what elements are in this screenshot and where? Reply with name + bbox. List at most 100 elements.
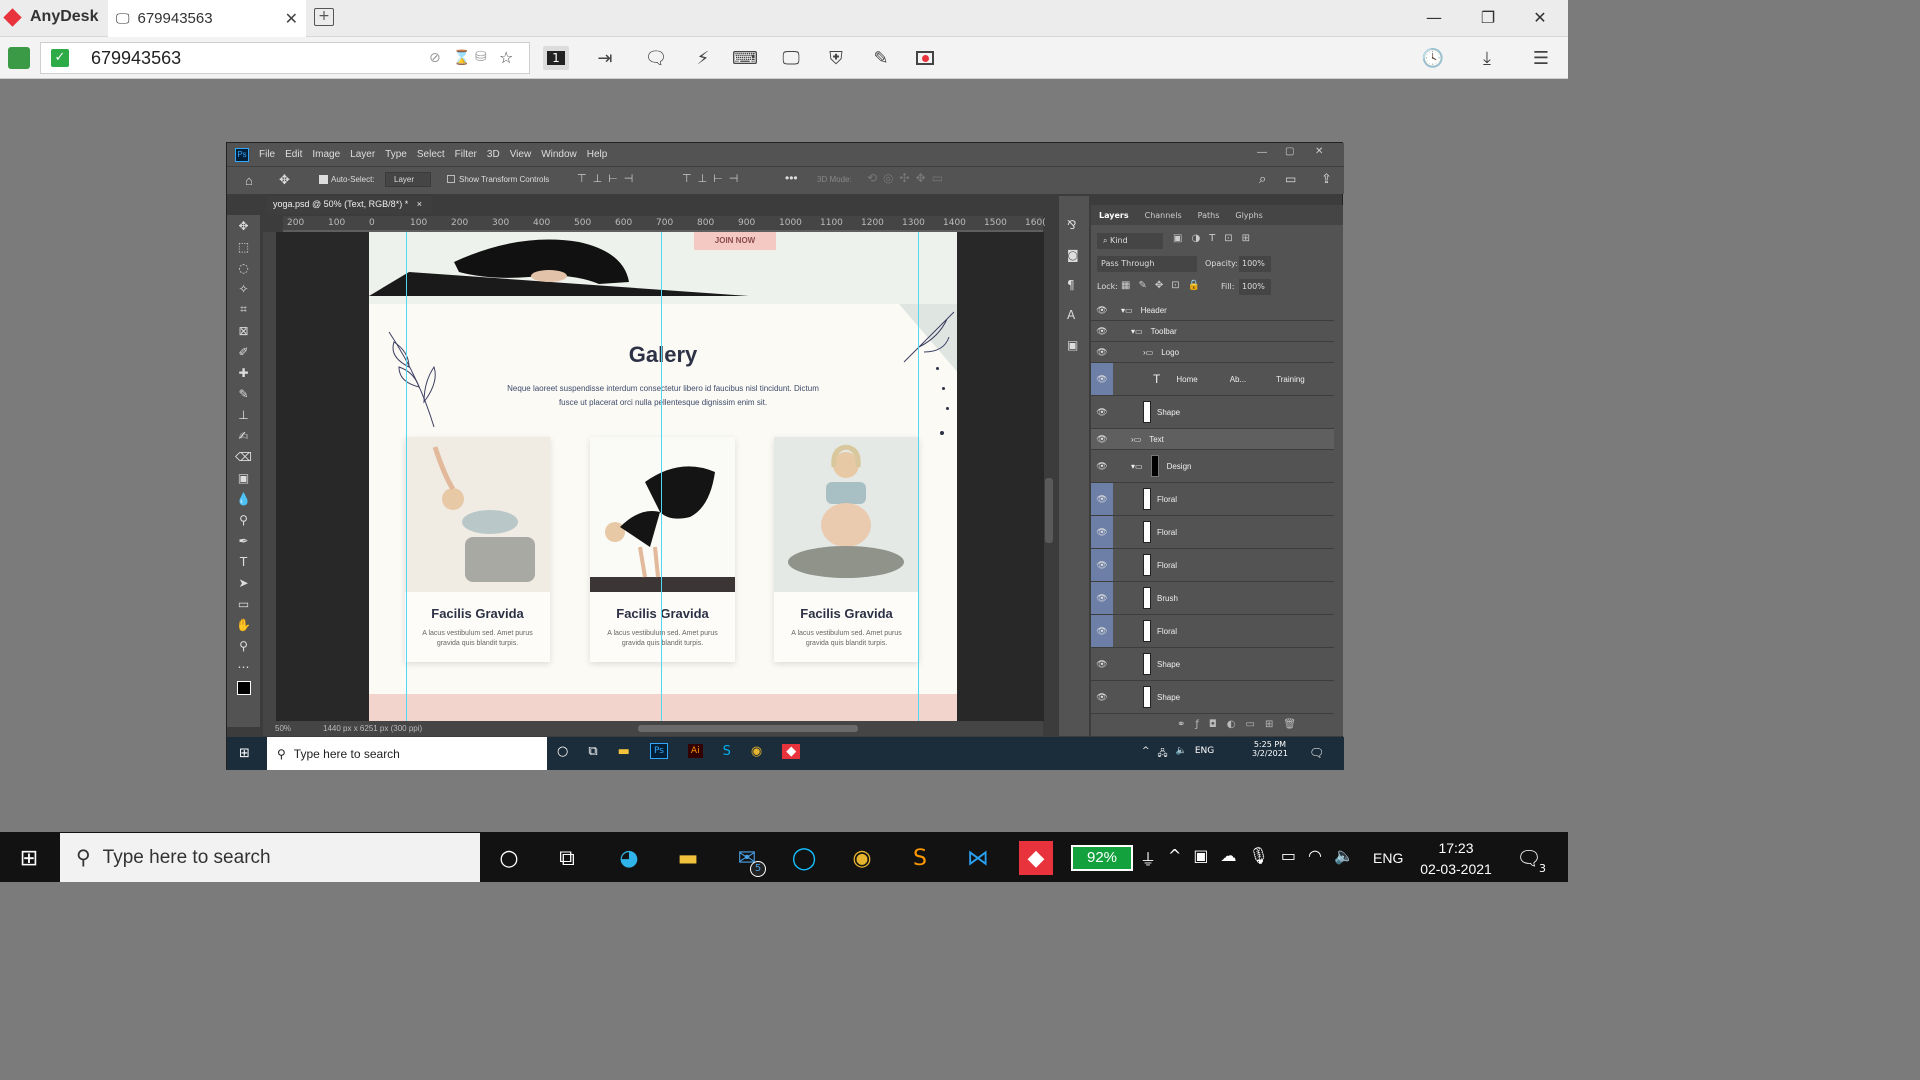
show-transform-checkbox[interactable] — [447, 175, 455, 183]
character-panel-icon[interactable]: A — [1067, 300, 1089, 330]
brush-tool-icon[interactable]: ✎ — [227, 383, 260, 404]
permissions-shield-icon[interactable]: ⛨ — [823, 46, 849, 70]
guide-line[interactable] — [918, 232, 919, 722]
zoom-tool-icon[interactable]: ⚲ — [227, 635, 260, 656]
rectangle-tool-icon[interactable]: ▭ — [227, 593, 260, 614]
visibility-eye-icon[interactable]: 👁 — [1091, 483, 1113, 515]
star-icon[interactable]: ☆ — [499, 48, 513, 67]
pen-tool-icon[interactable]: ✒ — [227, 530, 260, 551]
layer-row[interactable]: 👁 Floral — [1091, 549, 1334, 582]
crop-tool-icon[interactable]: ⌗ — [227, 299, 260, 320]
search-icon[interactable]: ⌕ — [1259, 171, 1266, 187]
type-tool-icon[interactable]: T — [227, 551, 260, 572]
healing-tool-icon[interactable]: ✚ — [227, 362, 260, 383]
anydesk-taskbar-icon[interactable]: ◆ — [1019, 841, 1053, 875]
layer-row[interactable]: 👁 ›▭ Text — [1091, 429, 1334, 450]
photoshop-taskbar-icon[interactable]: Ps — [649, 743, 668, 759]
visibility-eye-icon[interactable]: 👁 — [1091, 549, 1113, 581]
meet-now-icon[interactable]: ▣ — [1193, 846, 1208, 870]
remote-clock[interactable]: 5:25 PM 3/2/2021 — [1252, 740, 1288, 758]
skype-icon[interactable]: S — [723, 744, 731, 759]
remote-start-icon[interactable]: ⊞ — [239, 746, 250, 761]
tab-layers[interactable]: Layers — [1091, 211, 1137, 220]
layer-row[interactable]: 👁 ›▭ Logo — [1091, 342, 1334, 363]
kind-filter-dropdown[interactable]: ⌕ Kind — [1097, 233, 1163, 249]
paragraph-panel-icon[interactable]: ¶ — [1067, 270, 1089, 300]
color-swatches-icon[interactable] — [227, 677, 260, 698]
gallery-card[interactable]: Facilis Gravida A lacus vestibulum sed. … — [590, 437, 735, 662]
menu-hamburger-icon[interactable]: ☰ — [1528, 46, 1554, 70]
close-doc-icon[interactable]: × — [417, 199, 422, 209]
remote-desktop-view[interactable]: Ps File Edit Image Layer Type Select Fil… — [226, 142, 1344, 770]
guide-line[interactable] — [661, 232, 662, 722]
visibility-eye-icon[interactable]: 👁 — [1091, 429, 1113, 449]
blend-mode-dropdown[interactable]: Pass Through — [1097, 256, 1197, 272]
path-select-tool-icon[interactable]: ➤ — [227, 572, 260, 593]
mail-icon[interactable]: ✉ 5 — [730, 841, 766, 877]
visibility-eye-icon[interactable]: 👁 — [1091, 615, 1113, 647]
host-lang[interactable]: ENG — [1373, 850, 1403, 866]
document-tab[interactable]: yoga.psd @ 50% (Text, RGB/8*) * × — [267, 196, 432, 214]
menu-filter[interactable]: Filter — [455, 149, 477, 160]
panel-icon-stack[interactable]: ⅋ ◙ ¶ A ▣ — [1067, 210, 1089, 360]
layer-row[interactable]: 👁 Shape — [1091, 681, 1334, 714]
host-clock[interactable]: 17:23 02-03-2021 — [1412, 838, 1500, 880]
remote-search-box[interactable]: ⚲ Type here to search — [267, 737, 547, 770]
session-tab[interactable]: 🖵 679943563 ✕ — [108, 0, 306, 37]
menu-window[interactable]: Window — [541, 149, 577, 160]
layer-row[interactable]: 👁 ▾▭ Design — [1091, 450, 1334, 483]
cortana-icon[interactable]: ○ — [492, 841, 526, 875]
visibility-eye-icon[interactable]: 👁 — [1091, 363, 1113, 395]
task-view-icon[interactable]: ⧉ — [588, 744, 597, 759]
microphone-icon[interactable]: 🎙 — [1249, 846, 1269, 870]
anydesk-taskbar-icon[interactable]: ◆ — [782, 743, 801, 759]
menu-select[interactable]: Select — [417, 149, 445, 160]
visibility-eye-icon[interactable]: 👁 — [1091, 681, 1113, 713]
home-icon[interactable]: ⌂ — [245, 173, 253, 188]
zoom-level[interactable]: 50% — [275, 724, 291, 733]
guide-line[interactable] — [406, 232, 407, 722]
menu-layer[interactable]: Layer — [350, 149, 375, 160]
chat-icon[interactable]: 🗨 — [643, 46, 669, 70]
vertical-scrollbar[interactable] — [1045, 478, 1053, 543]
visibility-eye-icon[interactable]: 👁 — [1091, 516, 1113, 548]
gallery-card[interactable]: Facilis Gravida A lacus vestibulum sed. … — [774, 437, 919, 662]
adjustments-panel-icon[interactable]: ◙ — [1067, 240, 1089, 270]
distribute-icons[interactable]: ⊤⊥⊢⊣ — [682, 172, 744, 185]
vscode-icon[interactable]: ⋈ — [961, 841, 995, 875]
edge-icon[interactable]: ◕ — [612, 841, 646, 875]
keyboard-icon[interactable]: ⌨ — [732, 46, 758, 70]
more-options-icon[interactable]: ••• — [785, 171, 798, 185]
edit-toolbar-icon[interactable]: ⋯ — [227, 656, 260, 677]
opacity-input[interactable]: 100% — [1239, 256, 1271, 272]
join-now-button[interactable]: JOIN NOW — [694, 232, 776, 250]
sublime-text-icon[interactable]: S — [903, 841, 937, 875]
align-icons[interactable]: ⊤⊥⊢⊣ — [577, 172, 639, 185]
move-tool-icon[interactable]: ✥ — [279, 172, 290, 188]
tab-glyphs[interactable]: Glyphs — [1227, 211, 1270, 220]
battery-indicator[interactable]: 92% — [1071, 845, 1133, 871]
file-explorer-icon[interactable]: ▬ — [671, 841, 705, 875]
minimize-button[interactable]: — — [1424, 8, 1444, 27]
dodge-tool-icon[interactable]: ⚲ — [227, 509, 260, 530]
whiteboard-pen-icon[interactable]: ✎ — [868, 46, 894, 70]
layer-dropdown[interactable]: Layer — [385, 172, 431, 187]
install-icon[interactable]: ⤓ — [1474, 46, 1500, 70]
layer-actions-bar[interactable]: ⚭ƒ◘◐▭⊞🗑 — [1177, 719, 1306, 730]
artboard[interactable]: JOIN NOW Galery Neque laoreet suspendiss… — [369, 232, 957, 722]
tray-chevron-icon[interactable]: ^ — [1142, 746, 1150, 762]
visibility-eye-icon[interactable]: 👁 — [1091, 300, 1113, 320]
hand-tool-icon[interactable]: ✋ — [227, 614, 260, 635]
cortana-app-icon[interactable]: ◯ — [787, 841, 821, 875]
record-icon[interactable] — [912, 46, 938, 70]
menu-3d[interactable]: 3D — [487, 149, 500, 160]
tab-paths[interactable]: Paths — [1190, 211, 1228, 220]
menu-view[interactable]: View — [510, 149, 532, 160]
layer-row[interactable]: 👁 Brush — [1091, 582, 1334, 615]
visibility-eye-icon[interactable]: 👁 — [1091, 450, 1113, 482]
eyedropper-tool-icon[interactable]: ✐ — [227, 341, 260, 362]
database-icon[interactable]: ⛁ — [475, 49, 487, 65]
close-tab-icon[interactable]: ✕ — [285, 9, 298, 29]
close-window-button[interactable]: ✕ — [1530, 8, 1550, 27]
layer-row[interactable]: 👁 ▾▭ Toolbar — [1091, 321, 1334, 342]
